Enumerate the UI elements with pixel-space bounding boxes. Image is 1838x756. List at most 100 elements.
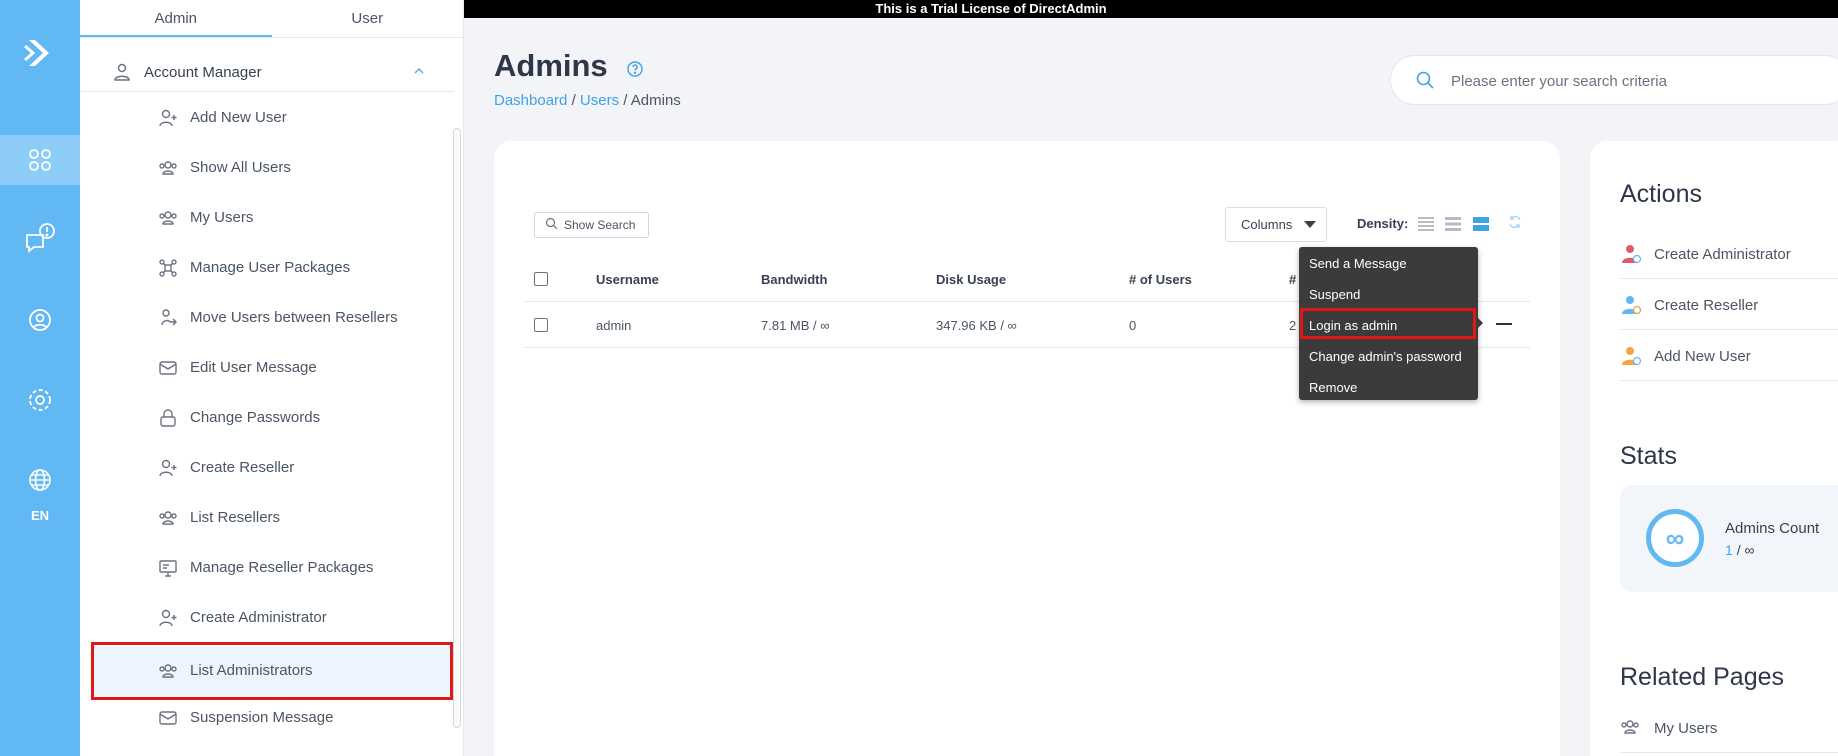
move-users-icon	[158, 308, 178, 328]
envelope-icon	[158, 358, 178, 378]
account-manager-header[interactable]: Account Manager	[80, 52, 454, 92]
dashboard-grid-icon[interactable]	[0, 135, 80, 185]
sidebar-item-suspension-message[interactable]: Suspension Message	[92, 693, 454, 743]
sidebar-item-change-passwords[interactable]: Change Passwords	[92, 393, 454, 443]
column-header-bandwidth[interactable]: Bandwidth	[761, 272, 827, 287]
sidebar-item-label: Manage Reseller Packages	[190, 559, 374, 576]
columns-dropdown-button[interactable]: Columns	[1225, 207, 1327, 242]
action-create-reseller[interactable]: Create Reseller	[1620, 280, 1838, 330]
breadcrumb-dashboard[interactable]: Dashboard	[494, 92, 567, 109]
refresh-icon[interactable]	[1508, 215, 1522, 232]
chevron-up-icon[interactable]	[412, 64, 426, 81]
messages-icon[interactable]	[0, 213, 80, 263]
action-add-new-user[interactable]: Add New User	[1620, 331, 1838, 381]
account-manager-label: Account Manager	[144, 64, 262, 81]
row-action-menu: Send a Message Suspend Login as admin Ch…	[1299, 247, 1483, 400]
menu-item-change-password[interactable]: Change admin's password	[1309, 349, 1462, 364]
stat-separator: /	[1736, 542, 1741, 558]
admins-table-card	[494, 141, 1560, 756]
cell-users: 0	[1129, 318, 1137, 333]
action-label: Create Administrator	[1654, 246, 1791, 263]
menu-arrow	[1477, 317, 1483, 329]
density-compact-icon[interactable]	[1418, 216, 1434, 235]
column-header-username[interactable]: Username	[596, 272, 659, 287]
sidebar-item-list-administrators[interactable]: List Administrators	[92, 646, 454, 696]
search-input[interactable]	[1451, 70, 1831, 92]
sidebar-item-label: List Administrators	[190, 662, 313, 679]
account-icon[interactable]	[0, 295, 80, 345]
column-header-hidden[interactable]: #	[1289, 272, 1296, 287]
trial-banner: This is a Trial License of DirectAdmin	[464, 0, 1838, 18]
actions-title: Actions	[1620, 180, 1702, 208]
search-box	[1390, 55, 1838, 105]
sidebar-item-move-users[interactable]: Move Users between Resellers	[92, 293, 454, 343]
column-header-users[interactable]: # of Users	[1129, 272, 1192, 287]
sidebar-tabs: Admin User	[80, 0, 463, 38]
show-search-button[interactable]: Show Search	[534, 212, 649, 238]
menu-item-login-as-admin[interactable]: Login as admin	[1309, 318, 1397, 333]
show-search-label: Show Search	[564, 218, 636, 232]
cell-bandwidth: 7.81 MB / ∞	[761, 318, 830, 333]
tab-user[interactable]: User	[272, 0, 464, 37]
row-checkbox[interactable]	[534, 318, 548, 332]
user-icon	[112, 62, 132, 85]
action-create-administrator[interactable]: Create Administrator	[1620, 229, 1838, 279]
columns-label: Columns	[1241, 217, 1293, 232]
cell-hidden: 2	[1289, 318, 1297, 333]
tab-admin[interactable]: Admin	[80, 0, 272, 37]
sidebar-item-manage-reseller-packages[interactable]: Manage Reseller Packages	[92, 543, 454, 593]
breadcrumb-current: Admins	[630, 92, 681, 109]
infinity-icon: ∞	[1646, 509, 1704, 567]
language-globe-icon[interactable]	[0, 455, 80, 505]
sidebar-item-label: Move Users between Resellers	[190, 309, 398, 326]
sidebar-item-create-reseller[interactable]: Create Reseller	[92, 443, 454, 493]
lock-icon	[158, 408, 178, 428]
settings-gear-icon[interactable]	[0, 375, 80, 425]
sidebar-item-label: Change Passwords	[190, 409, 321, 426]
monitor-icon	[158, 558, 178, 578]
menu-item-send-message[interactable]: Send a Message	[1309, 256, 1407, 271]
related-pages-title: Related Pages	[1620, 663, 1785, 691]
help-icon[interactable]	[627, 61, 643, 80]
stats-title: Stats	[1620, 442, 1677, 470]
sidebar-item-manage-user-packages[interactable]: Manage User Packages	[92, 243, 454, 293]
related-my-users[interactable]: My Users	[1620, 703, 1838, 753]
breadcrumb: Dashboard / Users / Admins	[494, 92, 681, 109]
sidebar-scrollbar[interactable]	[453, 128, 461, 728]
sidebar-item-show-all-users[interactable]: Show All Users	[92, 143, 454, 193]
users-icon	[158, 208, 178, 228]
sidebar-item-label: Manage User Packages	[190, 259, 351, 276]
language-code[interactable]: EN	[0, 508, 80, 523]
users-icon	[158, 158, 178, 178]
density-medium-icon[interactable]	[1445, 216, 1461, 235]
add-user-icon	[158, 608, 178, 628]
sidebar-item-my-users[interactable]: My Users	[92, 193, 454, 243]
nav-rail: EN	[0, 0, 80, 756]
envelope-icon	[158, 708, 178, 728]
users-icon	[158, 508, 178, 528]
sidebar-item-edit-user-message[interactable]: Edit User Message	[92, 343, 454, 393]
add-user-icon	[1620, 345, 1642, 370]
stat-count: 1	[1725, 542, 1733, 558]
sidebar-item-add-new-user[interactable]: Add New User	[92, 93, 454, 143]
search-icon	[1415, 70, 1435, 93]
reseller-user-icon	[1620, 294, 1642, 319]
sidebar-item-label: List Resellers	[190, 509, 281, 526]
admin-user-icon	[1620, 243, 1642, 268]
sidebar-item-list-resellers[interactable]: List Resellers	[92, 493, 454, 543]
cell-username[interactable]: admin	[596, 318, 631, 333]
directadmin-logo[interactable]	[0, 28, 80, 78]
sidebar-item-label: Create Reseller	[190, 459, 295, 476]
select-all-checkbox[interactable]	[534, 272, 548, 286]
menu-item-suspend[interactable]: Suspend	[1309, 287, 1360, 302]
row-actions-toggle[interactable]	[1496, 323, 1512, 325]
action-label: Create Reseller	[1654, 297, 1759, 314]
sidebar-item-label: Suspension Message	[190, 709, 334, 726]
sidebar-item-create-administrator[interactable]: Create Administrator	[92, 593, 454, 643]
cell-disk-usage: 347.96 KB / ∞	[936, 318, 1017, 333]
add-user-icon	[158, 108, 178, 128]
density-comfortable-icon[interactable]	[1473, 216, 1489, 235]
column-header-disk-usage[interactable]: Disk Usage	[936, 272, 1006, 287]
breadcrumb-users[interactable]: Users	[580, 92, 619, 109]
menu-item-remove[interactable]: Remove	[1309, 380, 1357, 395]
